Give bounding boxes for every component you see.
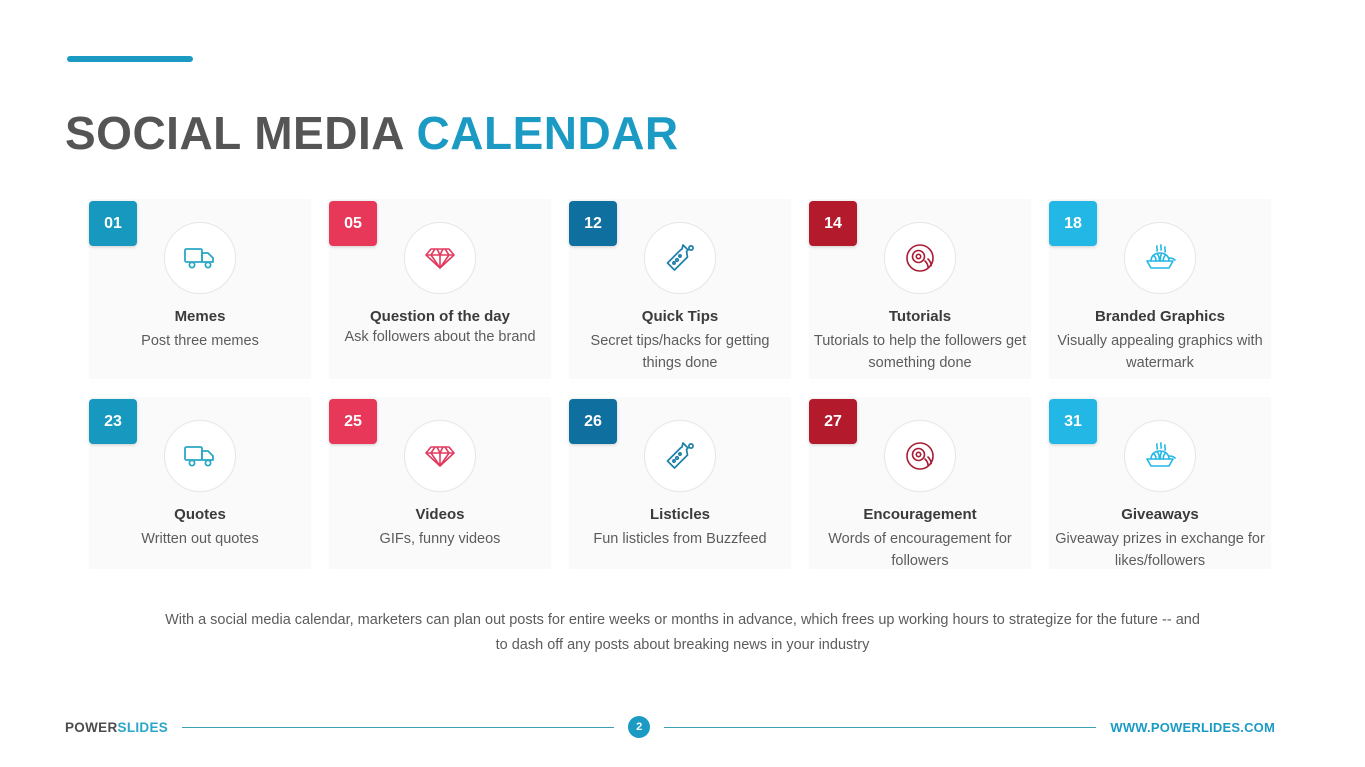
slide-caption: With a social media calendar, marketers … [165,612,1200,653]
brand-name-accent: SLIDES [117,719,169,735]
delivery-truck-icon [164,420,236,492]
steaming-bowl-icon [1124,222,1196,294]
slide-footer: POWERSLIDES 2 WWW.POWERLIDES.COM [65,712,1275,742]
card-day-badge: 26 [569,399,617,444]
calendar-card[interactable]: 23 Quotes Written out quotes [89,397,311,569]
page-title: SOCIAL MEDIA CALENDAR [65,105,679,161]
diamond-icon [404,222,476,294]
card-description: Post three memes [141,333,259,349]
flask-icon [644,420,716,492]
page-title-accent: CALENDAR [416,106,679,159]
card-title: Branded Graphics [1094,308,1226,325]
card-day-badge: 01 [89,201,137,246]
delivery-truck-icon [164,222,236,294]
card-title: Listicles [649,506,711,523]
card-day-badge: 05 [329,201,377,246]
footer-divider-right [664,726,1097,728]
card-title: Quotes [174,506,226,523]
card-description: Ask followers about the brand [344,329,536,345]
page-title-primary: SOCIAL MEDIA [65,106,404,159]
steaming-bowl-icon [1124,420,1196,492]
card-title: Question of the day [369,308,510,325]
card-description: Fun listicles from Buzzfeed [593,531,767,547]
card-title: Giveaways [1121,506,1199,523]
card-description: Secret tips/hacks for getting things don… [590,333,770,371]
card-day-badge: 27 [809,399,857,444]
brand-logo: POWERSLIDES [65,720,168,735]
card-description: Tutorials to help the followers get some… [813,333,1027,371]
card-description: Giveaway prizes in exchange for likes/fo… [1055,531,1265,569]
card-title: Videos [415,506,465,523]
card-description: Written out quotes [141,531,259,547]
card-day-badge: 18 [1049,201,1097,246]
card-description: Visually appealing graphics with waterma… [1057,333,1263,371]
card-title: Tutorials [888,308,952,325]
compact-disc-icon [884,420,956,492]
footer-divider-left [182,726,615,728]
card-day-badge: 12 [569,201,617,246]
card-day-badge: 31 [1049,399,1097,444]
calendar-card[interactable]: 01 Memes Post three memes [89,199,311,379]
card-day-badge: 14 [809,201,857,246]
calendar-card[interactable]: 27 Encouragement Words of encouragement … [809,397,1031,569]
diamond-icon [404,420,476,492]
calendar-card[interactable]: 14 Tutorials Tutorials to help the follo… [809,199,1031,379]
card-title: Memes [174,308,226,325]
flask-icon [644,222,716,294]
calendar-card[interactable]: 05 Question of the day Ask followers abo… [329,199,551,379]
card-title: Quick Tips [641,308,719,325]
card-description: GIFs, funny videos [379,531,501,547]
calendar-card[interactable]: 31 Giveaways Giveaway prizes in exchange… [1049,397,1271,569]
calendar-card[interactable]: 25 Videos GIFs, funny videos [329,397,551,569]
card-description: Words of encouragement for followers [828,531,1012,569]
card-day-badge: 25 [329,399,377,444]
card-title: Encouragement [863,506,977,523]
card-day-badge: 23 [89,399,137,444]
title-accent-rule [67,56,193,62]
calendar-card[interactable]: 12 Quick Tips Secret tips/hacks for gett… [569,199,791,379]
calendar-card[interactable]: 26 Listicles Fun listicles from Buzzfeed [569,397,791,569]
calendar-card-grid: 01 Memes Post three memes 05 Question of… [89,199,1277,569]
compact-disc-icon [884,222,956,294]
calendar-card[interactable]: 18 Branded Graphics Visually appealing g… [1049,199,1271,379]
page-number-badge: 2 [628,716,651,738]
brand-name-primary: POWER [65,719,118,735]
website-url[interactable]: WWW.POWERLIDES.COM [1110,720,1275,735]
